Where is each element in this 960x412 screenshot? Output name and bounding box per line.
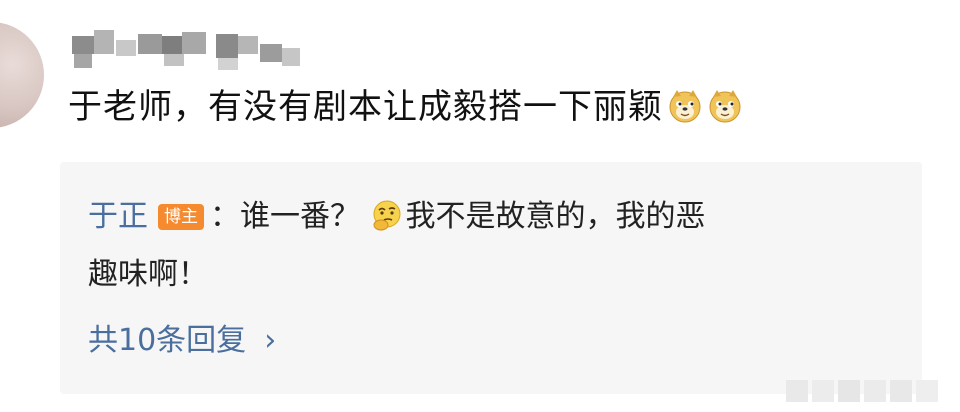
censored-username[interactable]	[68, 30, 308, 76]
thinking-face-emoji-icon	[373, 200, 401, 231]
weibo-comment-screenshot: 于老师，有没有剧本让成毅搭一下丽颖 于正 博主 ：谁一番？ 我不是故意的，我的恶…	[0, 0, 960, 412]
reply-line: 于正 博主 ：谁一番？ 我不是故意的，我的恶	[88, 196, 706, 238]
chevron-right-icon: ›	[264, 323, 277, 358]
watermark	[786, 372, 946, 406]
doge-emoji-icon	[669, 90, 701, 123]
reply-text-part2: 我不是故意的，我的恶	[405, 199, 706, 234]
reply-text-part1: 谁一番？	[240, 199, 360, 234]
view-more-replies-link[interactable]: 共10条回复 ›	[88, 320, 276, 362]
reply-panel[interactable]: 于正 博主 ：谁一番？ 我不是故意的，我的恶 趣味啊！ 共10条回复 ›	[60, 162, 922, 394]
reply-line-continued: 趣味啊！	[88, 257, 208, 292]
blogger-badge: 博主	[158, 204, 204, 230]
comment-text: 于老师，有没有剧本让成毅搭一下丽颖	[68, 84, 743, 130]
doge-emoji-icon	[709, 90, 741, 123]
avatar[interactable]	[0, 22, 44, 128]
more-replies-label[interactable]: 共10条回复	[88, 323, 246, 358]
reply-author-link[interactable]: 于正	[88, 199, 148, 234]
comment-body: 于老师，有没有剧本让成毅搭一下丽颖	[68, 87, 663, 127]
reply-separator: ：	[210, 199, 240, 234]
